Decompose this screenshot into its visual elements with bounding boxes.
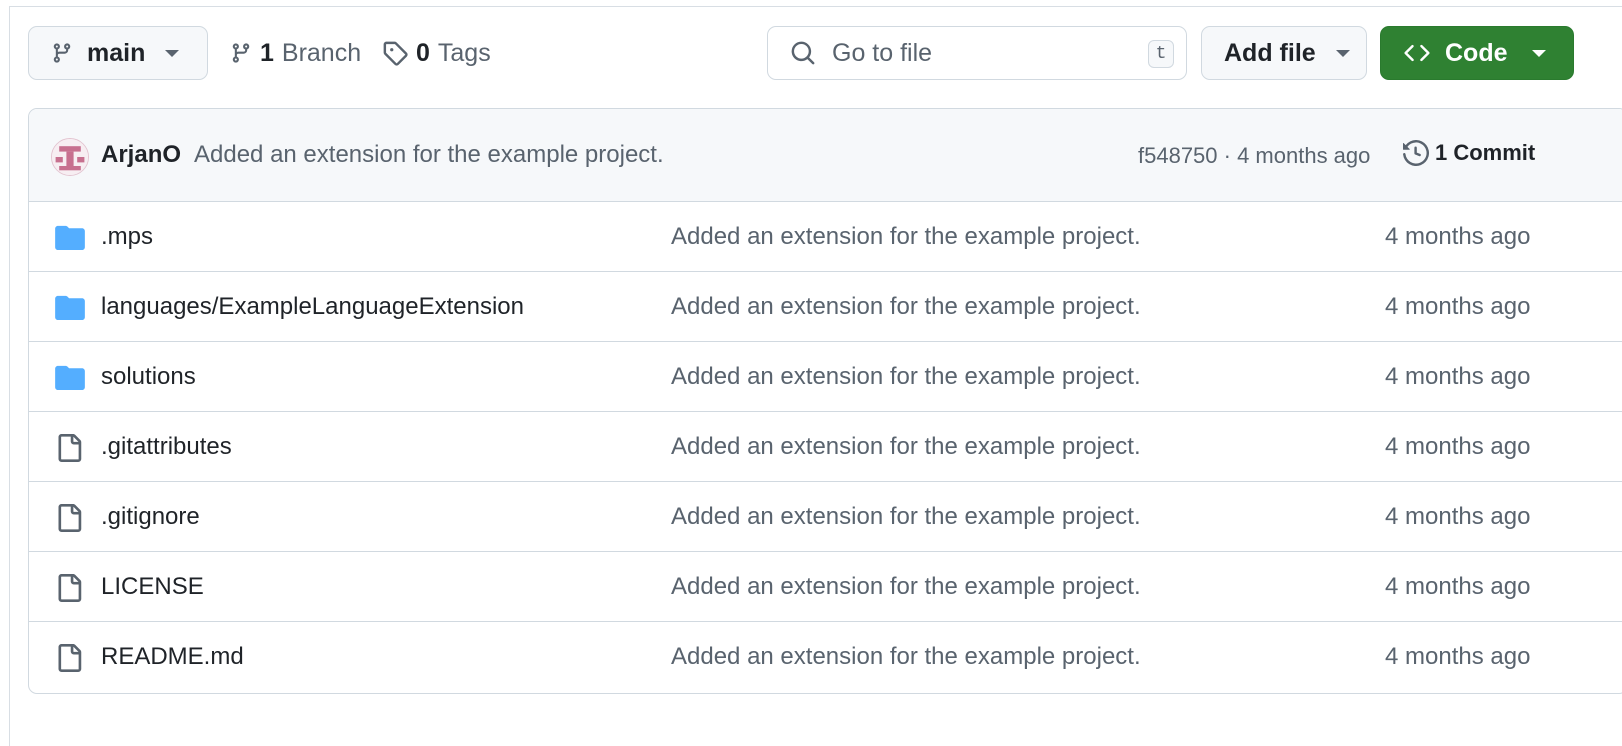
table-row[interactable]: languages/ExampleLanguageExtension Added …: [29, 272, 1622, 342]
file-name-link[interactable]: .mps: [101, 223, 153, 251]
add-file-button[interactable]: Add file: [1201, 26, 1367, 80]
file-commit-message-link[interactable]: Added an extension for the example proje…: [671, 223, 1141, 251]
file-commit-message-link[interactable]: Added an extension for the example proje…: [671, 573, 1141, 601]
branch-count-label: Branch: [281, 38, 362, 67]
file-name-link[interactable]: solutions: [101, 363, 196, 391]
file-list: .mps Added an extension for the example p…: [29, 202, 1622, 692]
file-icon: [55, 644, 83, 677]
file-name-link[interactable]: .gitignore: [101, 503, 200, 531]
file-last-modified: 4 months ago: [1385, 503, 1531, 530]
keyboard-shortcut-hint: t: [1148, 40, 1174, 68]
table-row[interactable]: LICENSE Added an extension for the exampl…: [29, 552, 1622, 622]
table-row[interactable]: solutions Added an extension for the exam…: [29, 342, 1622, 412]
tag-count: 0: [416, 38, 430, 67]
file-commit-message-link[interactable]: Added an extension for the example proje…: [671, 363, 1141, 391]
search-input[interactable]: [830, 37, 1134, 69]
latest-commit-bar: ArjanO Added an extension for the exampl…: [29, 109, 1622, 202]
code-button[interactable]: Code: [1380, 26, 1574, 80]
file-commit-message-link[interactable]: Added an extension for the example proje…: [671, 433, 1141, 461]
file-last-modified: 4 months ago: [1385, 643, 1531, 670]
folder-icon: [55, 364, 85, 395]
file-last-modified: 4 months ago: [1385, 223, 1531, 250]
file-name-link[interactable]: README.md: [101, 643, 244, 671]
file-commit-message-link[interactable]: Added an extension for the example proje…: [671, 293, 1141, 321]
chevron-down-icon: [1335, 49, 1350, 57]
chevron-down-icon: [165, 49, 180, 57]
folder-icon: [55, 294, 85, 325]
file-last-modified: 4 months ago: [1385, 433, 1531, 460]
code-icon: [1404, 44, 1430, 62]
history-icon: [1403, 140, 1429, 166]
commit-sha-and-age[interactable]: f548750 · 4 months ago: [1138, 143, 1370, 169]
git-branch-icon: [53, 43, 71, 63]
branch-count: 1: [260, 38, 274, 67]
file-commit-message-link[interactable]: Added an extension for the example proje…: [671, 643, 1141, 671]
add-file-label: Add file: [1224, 38, 1316, 67]
commit-author[interactable]: ArjanO: [101, 141, 181, 169]
file-last-modified: 4 months ago: [1385, 363, 1531, 390]
chevron-down-icon: [1531, 49, 1546, 57]
file-name-link[interactable]: .gitattributes: [101, 433, 232, 461]
tag-icon: [383, 41, 408, 66]
file-table: ArjanO Added an extension for the exampl…: [28, 108, 1622, 694]
folder-icon: [55, 224, 85, 255]
commit-count-label: 1 Commit: [1435, 140, 1536, 165]
repo-toolbar: main 1 Branch 0 Tags t Add file Code: [28, 26, 1622, 82]
table-row[interactable]: README.md Added an extension for the exam…: [29, 622, 1622, 692]
commit-history-link[interactable]: 1 Commit: [1403, 140, 1535, 166]
file-icon: [55, 504, 83, 537]
file-icon: [55, 574, 83, 607]
branch-name: main: [87, 38, 146, 67]
avatar[interactable]: [51, 138, 89, 176]
file-last-modified: 4 months ago: [1385, 293, 1531, 320]
table-row[interactable]: .gitattributes Added an extension for the…: [29, 412, 1622, 482]
table-row[interactable]: .mps Added an extension for the example p…: [29, 202, 1622, 272]
code-label: Code: [1445, 38, 1508, 67]
go-to-file-search[interactable]: t: [767, 26, 1187, 80]
git-branch-icon: [232, 43, 250, 63]
file-name-link[interactable]: languages/ExampleLanguageExtension: [101, 293, 524, 321]
file-icon: [55, 434, 83, 467]
table-row[interactable]: .gitignore Added an extension for the exa…: [29, 482, 1622, 552]
commit-message[interactable]: Added an extension for the example proje…: [194, 141, 664, 169]
file-name-link[interactable]: LICENSE: [101, 573, 204, 601]
search-icon: [791, 41, 815, 65]
tags-link[interactable]: 0 Tags: [382, 26, 491, 80]
tag-count-label: Tags: [437, 38, 491, 67]
file-last-modified: 4 months ago: [1385, 573, 1531, 600]
file-commit-message-link[interactable]: Added an extension for the example proje…: [671, 503, 1141, 531]
branch-select-button[interactable]: main: [28, 26, 208, 80]
branches-link[interactable]: 1 Branch: [230, 26, 361, 80]
